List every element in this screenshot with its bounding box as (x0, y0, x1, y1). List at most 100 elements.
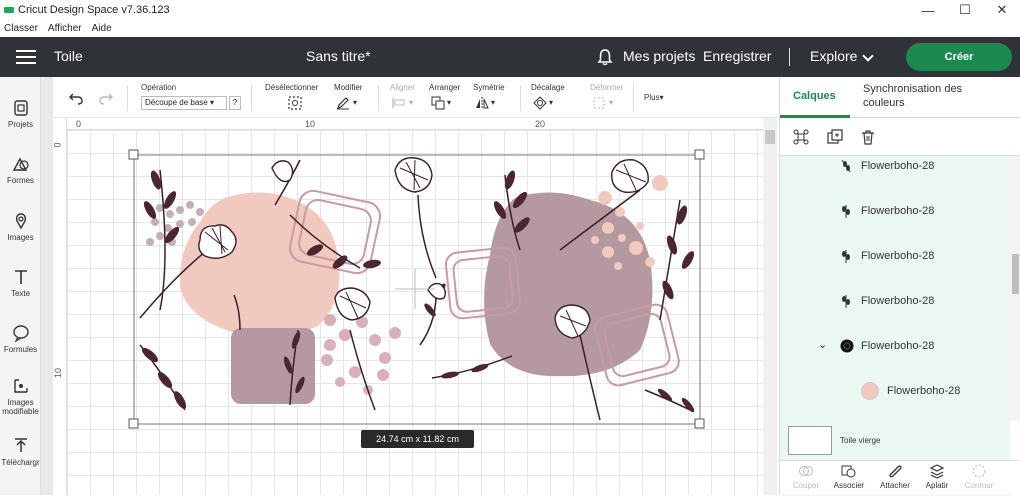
duplicate-icon[interactable] (827, 129, 843, 145)
layer-item[interactable]: Flowerboho-28 (780, 154, 1010, 199)
left-scroll-strip (41, 77, 53, 495)
blank-canvas-swatch[interactable] (788, 426, 832, 455)
close-button[interactable]: ✕ (984, 0, 1020, 20)
deform-dropdown-icon[interactable]: ▾ (609, 98, 613, 107)
edit-toolbar: Opération Découpe de base ▾ ? Désélectio… (53, 77, 779, 118)
branch-icon (841, 159, 851, 173)
black-dot-icon (840, 339, 854, 353)
chevron-down-icon[interactable] (862, 50, 874, 62)
hamburger-menu-icon[interactable] (16, 50, 36, 64)
modify-dropdown-icon[interactable]: ▾ (353, 98, 357, 107)
tool-images[interactable]: Images (0, 212, 41, 242)
arrange-dropdown-icon[interactable]: ▾ (447, 98, 451, 107)
pink-dot-icon (861, 382, 879, 400)
more-menu[interactable]: Plus▾ (644, 93, 664, 102)
branch-icon (842, 205, 850, 218)
trash-icon[interactable] (860, 129, 876, 145)
maximize-button[interactable]: ☐ (947, 0, 983, 20)
blank-canvas-label: Toile vierge (840, 436, 881, 445)
tool-projets-label: Projets (8, 120, 33, 129)
redo-icon[interactable] (99, 91, 113, 105)
tool-projets[interactable]: Projets (0, 99, 41, 129)
bottom-actions: Couper Associer Attacher Aplatir Contour (780, 460, 1020, 495)
deform-icon[interactable] (592, 96, 606, 110)
enregistrer-button[interactable]: Enregistrer (703, 48, 771, 64)
ruler-tick-label: 20 (535, 119, 546, 129)
operation-label: Opération (141, 83, 177, 92)
layer-item[interactable]: Flowerboho-28 (780, 289, 1010, 334)
flatten-icon (929, 464, 945, 479)
operation-select[interactable]: Découpe de base ▾ (141, 96, 227, 110)
bell-icon[interactable] (597, 48, 613, 66)
panel-tabs: Calques Synchronisation des couleurs (780, 77, 1020, 118)
attacher-button[interactable]: Attacher (875, 463, 915, 490)
tool-formules[interactable]: Formules (0, 324, 41, 354)
layer-item[interactable]: Flowerboho-28 (780, 199, 1010, 244)
shapes-icon (12, 157, 29, 171)
tool-texte[interactable]: Texte (0, 268, 41, 298)
modify-label: Modifier (334, 83, 363, 92)
creer-button[interactable]: Créer (906, 43, 1012, 71)
document-title[interactable]: Sans titre* (306, 48, 371, 64)
minimize-button[interactable]: — (910, 0, 946, 20)
associer-button[interactable]: Associer (829, 463, 869, 490)
arrange-label: Arranger (429, 83, 461, 92)
offset-icon[interactable] (533, 96, 547, 110)
toolbar-divider (520, 85, 521, 111)
tab-calques[interactable]: Calques (793, 90, 836, 102)
menu-afficher[interactable]: Afficher (48, 23, 82, 34)
app-icon (4, 7, 14, 13)
contour-label: Contour (964, 481, 994, 490)
tool-telecharger-label: Téléchargr (1, 458, 40, 467)
menu-classer[interactable]: Classer (4, 23, 38, 34)
menu-aide[interactable]: Aide (92, 23, 112, 34)
undo-icon[interactable] (69, 91, 83, 105)
attacher-label: Attacher (880, 481, 910, 490)
layer-item[interactable]: Flowerboho-28 (780, 379, 1010, 424)
group-layers-icon[interactable] (793, 129, 809, 145)
flip-icon[interactable] (475, 96, 489, 110)
left-toolbar: Projets Formes Images Texte Formules Ima… (0, 77, 53, 495)
chevron-down-icon[interactable]: ⌄ (818, 338, 827, 351)
modify-pen-icon[interactable] (336, 96, 350, 110)
tool-images-modifiable-label: Images modifiable (2, 398, 39, 416)
window-title: Cricut Design Space v7.36.123 (18, 4, 170, 16)
operation-help-button[interactable]: ? (229, 96, 241, 110)
arrange-icon[interactable] (431, 96, 445, 110)
operation-select-value: Découpe de base (145, 98, 208, 107)
align-dropdown-icon[interactable]: ▾ (409, 98, 413, 107)
mes-projets-link[interactable]: Mes projets (623, 48, 695, 64)
align-icon[interactable] (392, 96, 406, 110)
attach-icon (889, 465, 902, 478)
branch-icon (842, 295, 850, 308)
more-label: Plus (644, 93, 660, 102)
left-ruler: 0 10 (53, 118, 67, 495)
layer-item[interactable]: Flowerboho-28 (780, 244, 1010, 289)
tool-formes[interactable]: Formes (0, 155, 41, 185)
canvas-vertical-scrollbar[interactable] (763, 118, 777, 495)
scrollbar-thumb[interactable] (1012, 254, 1019, 294)
symmetry-dropdown-icon[interactable]: ▾ (491, 98, 495, 107)
contour-button[interactable]: Contour (959, 463, 999, 490)
scrollbar-thumb[interactable] (765, 130, 775, 144)
tool-telecharger[interactable]: Téléchargr (0, 437, 41, 467)
layers-scrollbar[interactable] (1010, 156, 1020, 421)
layer-name: Flowerboho-28 (861, 205, 935, 217)
toolbar-divider (251, 85, 252, 111)
aplatir-button[interactable]: Aplatir (917, 463, 957, 490)
tool-images-modifiable[interactable]: Images modifiable (0, 377, 41, 416)
layer-group[interactable]: ⌄ Flowerboho-28 (780, 334, 1010, 379)
tool-texte-label: Texte (10, 289, 31, 298)
couper-label: Couper (792, 481, 820, 490)
couper-button[interactable]: Couper (786, 463, 826, 490)
layers-panel: Calques Synchronisation des couleurs Flo… (779, 77, 1020, 496)
combine-icon (841, 465, 856, 478)
tab-sync-colors[interactable]: Synchronisation des couleurs (863, 82, 993, 110)
layer-name: Flowerboho-28 (861, 295, 935, 307)
header-divider (789, 48, 790, 66)
tool-formules-label: Formules (3, 345, 38, 354)
contour-icon (972, 464, 986, 478)
explore-menu[interactable]: Explore (810, 48, 857, 64)
deselect-icon[interactable] (288, 96, 302, 110)
offset-dropdown-icon[interactable]: ▾ (549, 98, 553, 107)
